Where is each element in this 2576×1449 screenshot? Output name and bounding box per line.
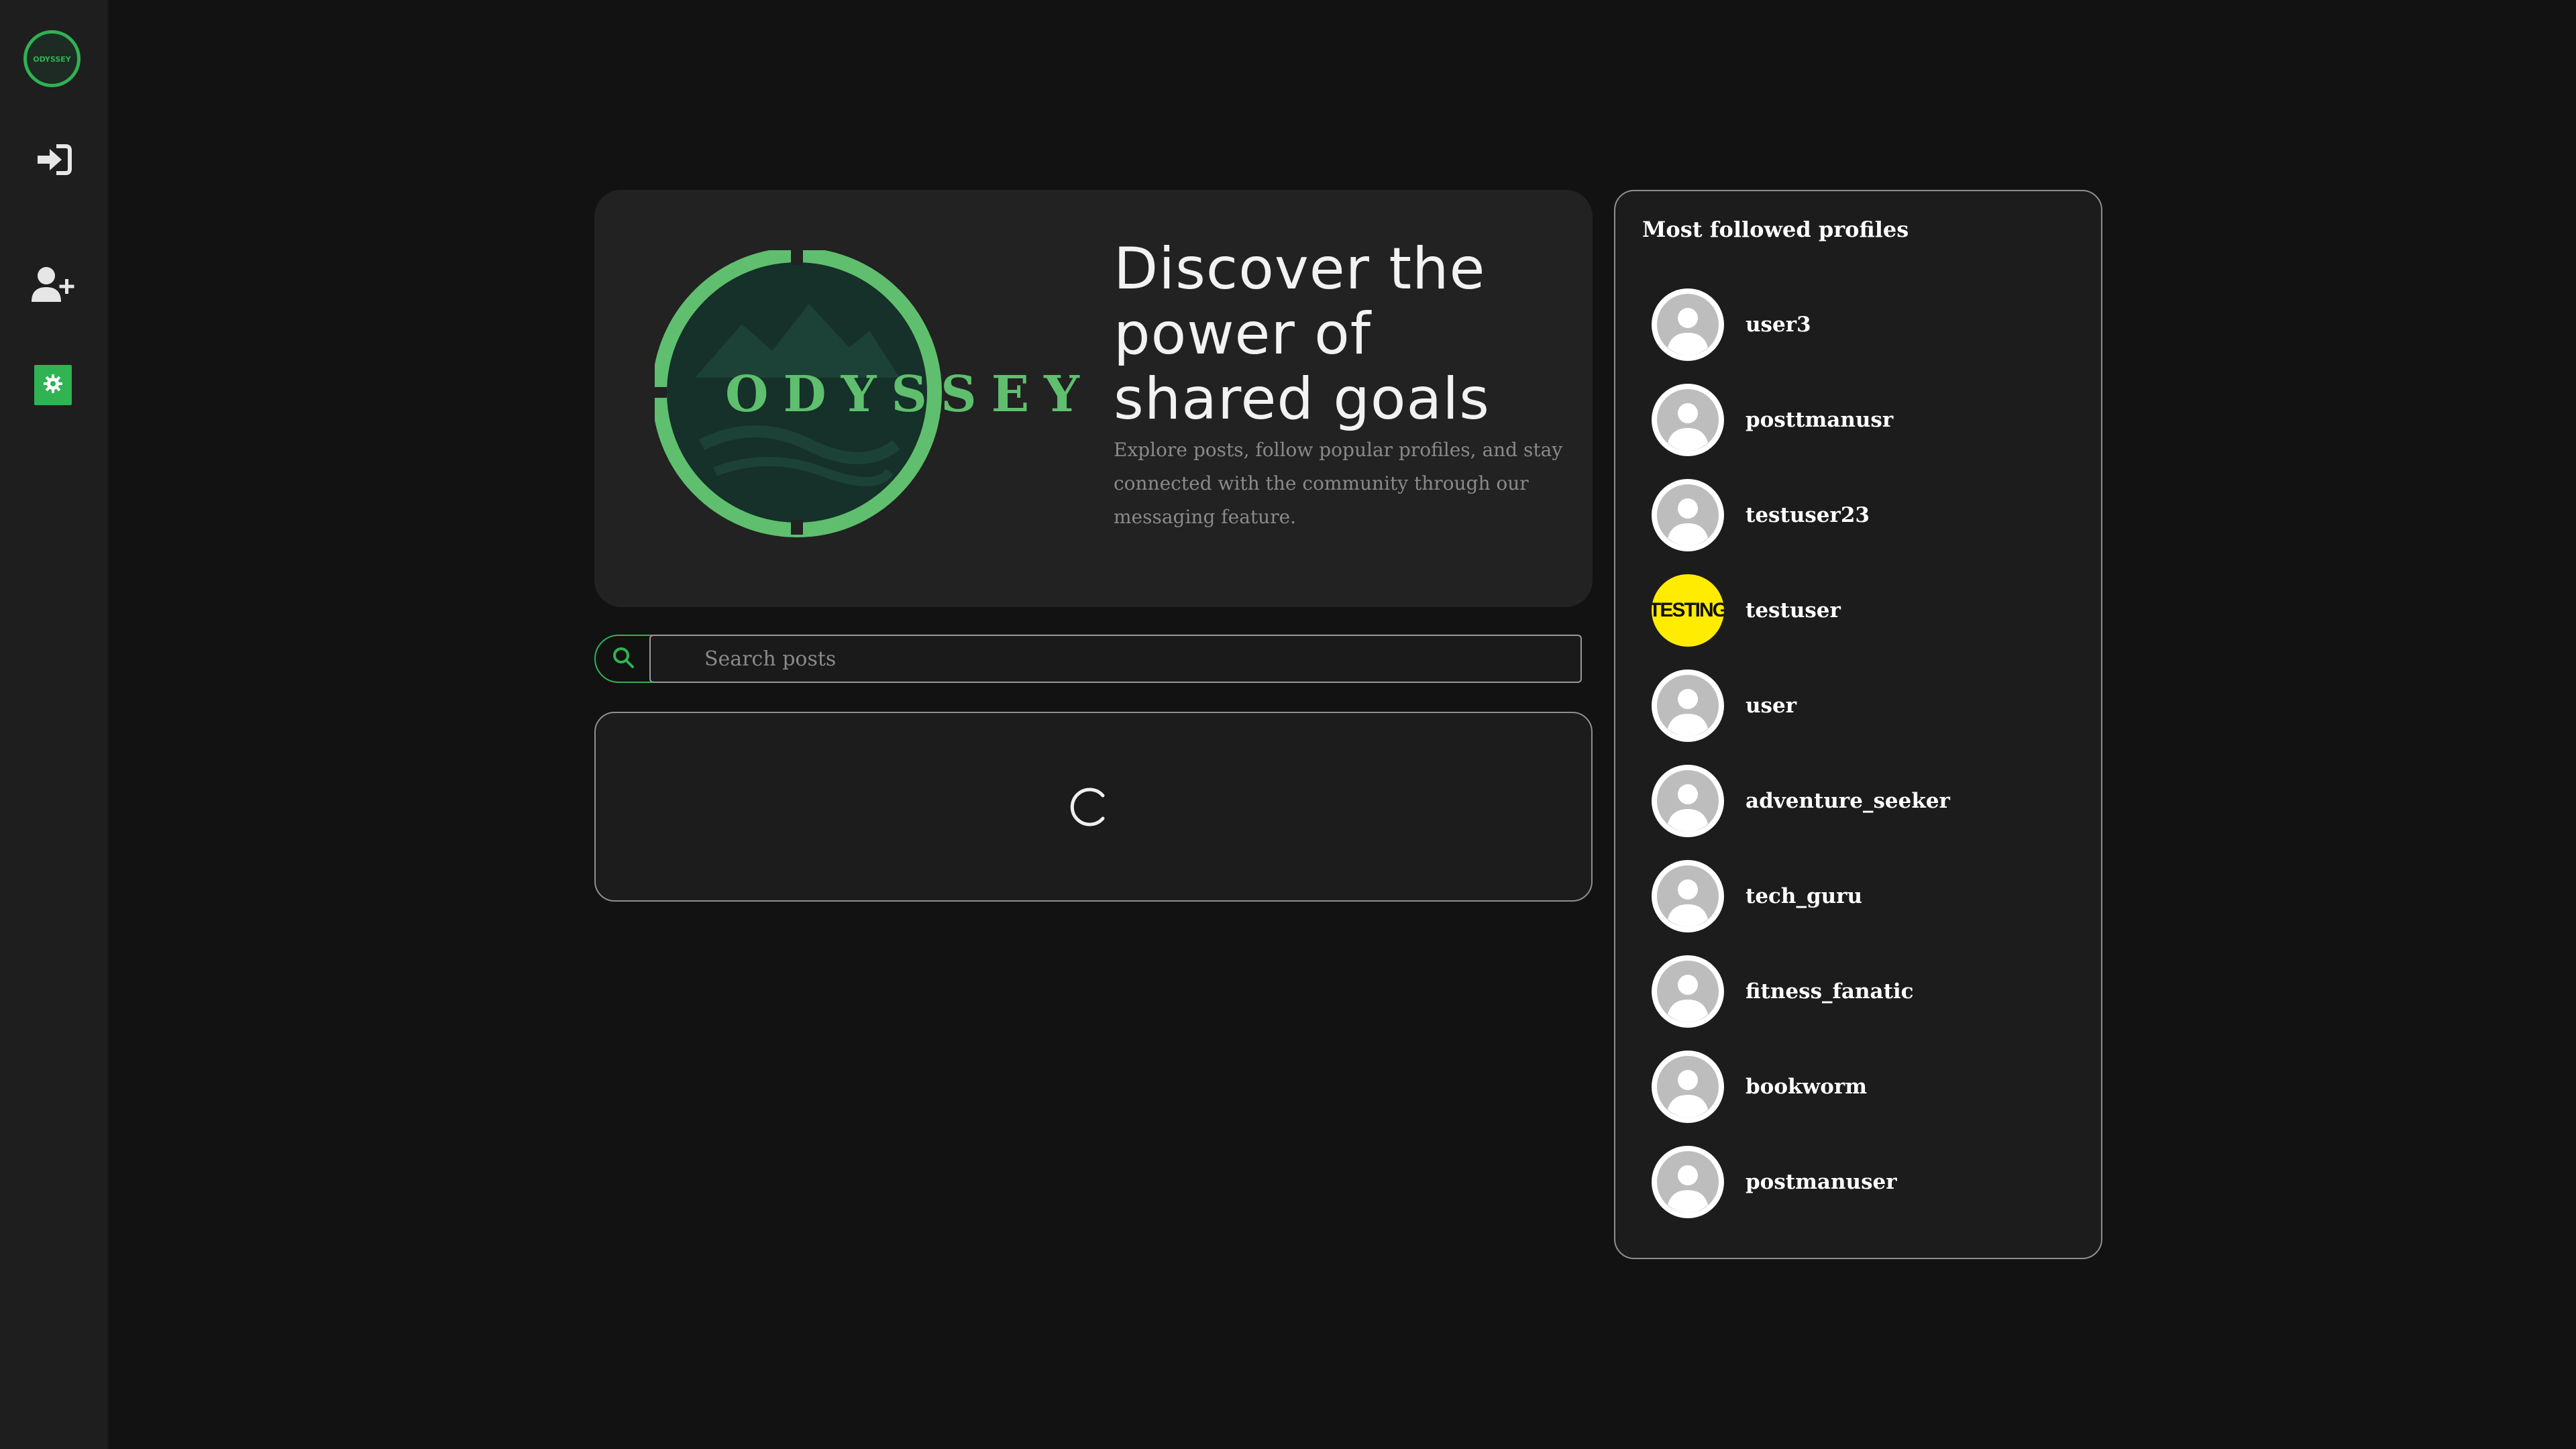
hero-card: ODYSSEY Discover the power of shared goa… — [594, 190, 1593, 607]
default-avatar-icon — [1657, 865, 1719, 927]
profile-item[interactable]: posttmanusr — [1652, 372, 1950, 468]
avatar[interactable] — [1652, 1146, 1724, 1218]
svg-text:ODYSSEY: ODYSSEY — [725, 366, 1094, 423]
default-avatar-icon — [1657, 484, 1719, 546]
profile-username[interactable]: testuser23 — [1746, 503, 1870, 527]
avatar[interactable] — [1652, 765, 1724, 837]
profile-username[interactable]: user — [1746, 694, 1796, 718]
profile-item[interactable]: TESTING testuser — [1652, 563, 1950, 658]
avatar[interactable] — [1652, 669, 1724, 742]
search-button[interactable] — [594, 635, 652, 683]
default-avatar-icon — [1657, 1056, 1719, 1118]
loading-spinner-icon — [1067, 784, 1114, 830]
profile-username[interactable]: tech_guru — [1746, 884, 1862, 908]
profile-username[interactable]: user3 — [1746, 313, 1811, 337]
profile-item[interactable]: tech_guru — [1652, 849, 1950, 944]
profile-list: user3 posttmanusr testuser23 TESTING testuse… — [1652, 277, 1950, 1230]
user-plus-icon — [30, 266, 77, 306]
profile-item[interactable]: user3 — [1652, 277, 1950, 372]
default-avatar-icon — [1657, 675, 1719, 737]
default-avatar-icon — [1657, 961, 1719, 1022]
profile-item[interactable]: testuser23 — [1652, 468, 1950, 563]
default-avatar-icon — [1657, 1151, 1719, 1213]
profile-username[interactable]: postmanuser — [1746, 1170, 1897, 1194]
sidebar: ODYSSEY — [0, 0, 108, 1449]
avatar[interactable] — [1652, 860, 1724, 932]
profile-item[interactable]: postmanuser — [1652, 1134, 1950, 1230]
odyssey-logo[interactable]: ODYSSEY — [21, 28, 83, 89]
profile-username[interactable]: posttmanusr — [1746, 408, 1893, 432]
search-input[interactable] — [649, 635, 1582, 683]
hero-description: Explore posts, follow popular profiles, … — [1114, 439, 1563, 528]
avatar[interactable] — [1652, 384, 1724, 456]
hero-title: Discover the power of shared goals — [1114, 235, 1490, 433]
avatar[interactable] — [1652, 1051, 1724, 1123]
default-avatar-icon — [1657, 770, 1719, 832]
odyssey-hero-logo: ODYSSEY — [652, 248, 1111, 545]
default-avatar-icon — [1657, 389, 1719, 451]
sign-in-icon — [35, 144, 72, 178]
profile-username[interactable]: bookworm — [1746, 1075, 1867, 1099]
most-followed-panel: Most followed profiles user3 posttmanusr t… — [1614, 190, 2102, 1259]
svg-text:ODYSSEY: ODYSSEY — [33, 55, 72, 64]
profile-username[interactable]: fitness_fanatic — [1746, 979, 1914, 1004]
profile-item[interactable]: user — [1652, 658, 1950, 753]
profiles-title: Most followed profiles — [1642, 217, 1909, 242]
register-button[interactable] — [27, 259, 80, 313]
default-avatar-icon — [1657, 294, 1719, 356]
profile-username[interactable]: testuser — [1746, 598, 1841, 623]
settings-button[interactable] — [34, 365, 72, 405]
avatar[interactable]: TESTING — [1652, 574, 1724, 647]
posts-container — [594, 712, 1593, 902]
avatar[interactable] — [1652, 479, 1724, 551]
profile-item[interactable]: adventure_seeker — [1652, 753, 1950, 849]
profile-item[interactable]: fitness_fanatic — [1652, 944, 1950, 1039]
login-button[interactable] — [27, 134, 80, 188]
gear-icon — [42, 373, 64, 397]
search-icon — [612, 646, 635, 672]
profile-username[interactable]: adventure_seeker — [1746, 789, 1950, 813]
avatar[interactable] — [1652, 288, 1724, 361]
avatar[interactable] — [1652, 955, 1724, 1028]
profile-item[interactable]: bookworm — [1652, 1039, 1950, 1134]
